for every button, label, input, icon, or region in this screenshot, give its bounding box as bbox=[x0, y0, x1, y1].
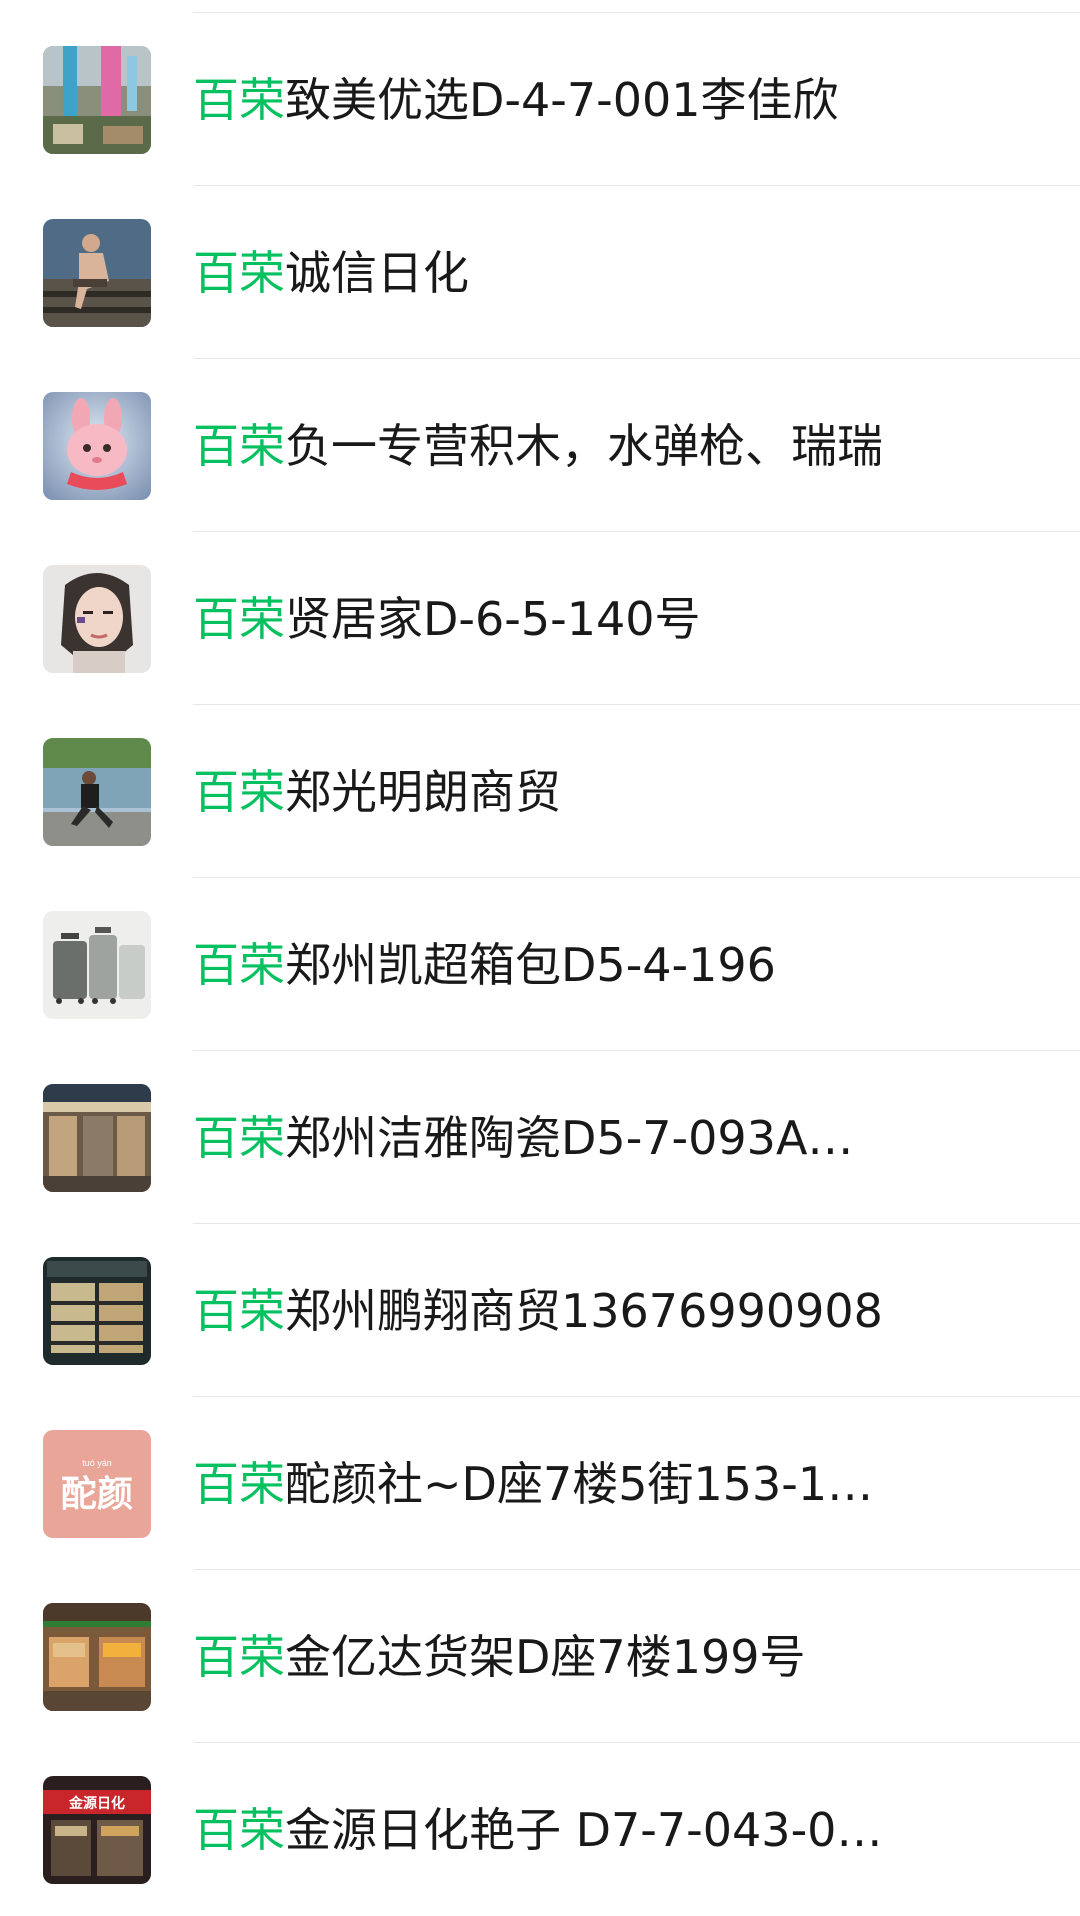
contact-name: 百荣金亿达货架D座7楼199号 bbox=[193, 1624, 893, 1690]
avatar bbox=[43, 1603, 151, 1711]
contact-name: 百荣负一专营积木，水弹枪、瑞瑞 bbox=[193, 413, 893, 479]
avatar bbox=[43, 1257, 151, 1365]
contact-name: 百荣酡颜社~D座7楼5街153-155号 bbox=[193, 1451, 893, 1517]
contact-name: 百荣贤居家D-6-5-140号 bbox=[193, 586, 893, 652]
search-match-highlight: 百荣 bbox=[193, 1803, 285, 1857]
avatar: 金源日化 bbox=[43, 1776, 151, 1884]
avatar bbox=[43, 219, 151, 327]
contact-row[interactable]: 百荣致美优选D-4-7-001李佳欣 bbox=[0, 13, 1080, 186]
contact-name-rest: 酡颜社~D座7楼5街153-155号 bbox=[285, 1457, 893, 1511]
contact-name: 百荣诚信日化 bbox=[193, 240, 893, 306]
search-match-highlight: 百荣 bbox=[193, 1630, 285, 1684]
search-match-highlight: 百荣 bbox=[193, 1457, 285, 1511]
contact-name-rest: 金亿达货架D座7楼199号 bbox=[285, 1630, 806, 1684]
avatar bbox=[43, 565, 151, 673]
contact-search-results: 百荣致美优选D-4-7-001李佳欣 百荣诚信日化 百荣负一专营积木，水弹枪、瑞… bbox=[0, 13, 1080, 1916]
contact-name: 百荣郑光明朗商贸 bbox=[193, 759, 893, 825]
contact-name-rest: 贤居家D-6-5-140号 bbox=[285, 592, 701, 646]
contact-name-rest: 郑州洁雅陶瓷D5-7-093A业… bbox=[285, 1111, 893, 1165]
contact-row[interactable]: 百荣郑州洁雅陶瓷D5-7-093A业… bbox=[0, 1051, 1080, 1224]
contact-name: 百荣郑州凯超箱包D5-4-196 bbox=[193, 932, 893, 998]
contact-row[interactable]: 百荣金亿达货架D座7楼199号 bbox=[0, 1570, 1080, 1743]
contact-name: 百荣致美优选D-4-7-001李佳欣 bbox=[193, 67, 893, 133]
avatar bbox=[43, 46, 151, 154]
contact-name-rest: 郑州鹏翔商贸13676990908 bbox=[285, 1284, 883, 1338]
search-match-highlight: 百荣 bbox=[193, 419, 285, 473]
avatar bbox=[43, 738, 151, 846]
search-match-highlight: 百荣 bbox=[193, 765, 285, 819]
avatar-calligraphy: 酡颜 bbox=[61, 1473, 133, 1515]
avatar: tuó yán 酡颜 bbox=[43, 1430, 151, 1538]
search-match-highlight: 百荣 bbox=[193, 938, 285, 992]
contact-row[interactable]: 百荣郑光明朗商贸 bbox=[0, 705, 1080, 878]
avatar bbox=[43, 911, 151, 1019]
contact-row[interactable]: 百荣郑州凯超箱包D5-4-196 bbox=[0, 878, 1080, 1051]
contact-name: 百荣郑州洁雅陶瓷D5-7-093A业… bbox=[193, 1105, 893, 1171]
contact-name: 百荣郑州鹏翔商贸13676990908 bbox=[193, 1278, 893, 1344]
contact-name-rest: 郑光明朗商贸 bbox=[285, 765, 561, 819]
search-match-highlight: 百荣 bbox=[193, 1111, 285, 1165]
contact-row[interactable]: 百荣诚信日化 bbox=[0, 186, 1080, 359]
avatar-pinyin: tuó yán bbox=[82, 1458, 112, 1468]
search-match-highlight: 百荣 bbox=[193, 1284, 285, 1338]
search-match-highlight: 百荣 bbox=[193, 246, 285, 300]
contact-row[interactable]: 百荣贤居家D-6-5-140号 bbox=[0, 532, 1080, 705]
contact-name-rest: 致美优选D-4-7-001李佳欣 bbox=[285, 73, 839, 127]
search-match-highlight: 百荣 bbox=[193, 73, 285, 127]
contact-name-rest: 诚信日化 bbox=[285, 246, 469, 300]
avatar bbox=[43, 392, 151, 500]
avatar bbox=[43, 1084, 151, 1192]
search-match-highlight: 百荣 bbox=[193, 592, 285, 646]
contact-row[interactable]: 百荣负一专营积木，水弹枪、瑞瑞 bbox=[0, 359, 1080, 532]
contact-row[interactable]: 百荣郑州鹏翔商贸13676990908 bbox=[0, 1224, 1080, 1397]
contact-name-rest: 负一专营积木，水弹枪、瑞瑞 bbox=[285, 419, 883, 473]
contact-row[interactable]: tuó yán 酡颜 百荣酡颜社~D座7楼5街153-155号 bbox=[0, 1397, 1080, 1570]
contact-name-rest: 金源日化艳子 D7-7-043-046 bbox=[285, 1803, 893, 1857]
contact-name: 百荣金源日化艳子 D7-7-043-046 bbox=[193, 1797, 893, 1863]
contact-name-rest: 郑州凯超箱包D5-4-196 bbox=[285, 938, 776, 992]
avatar-shop-sign: 金源日化 bbox=[68, 1795, 125, 1812]
contact-row[interactable]: 金源日化 百荣金源日化艳子 D7-7-043-046 bbox=[0, 1743, 1080, 1916]
